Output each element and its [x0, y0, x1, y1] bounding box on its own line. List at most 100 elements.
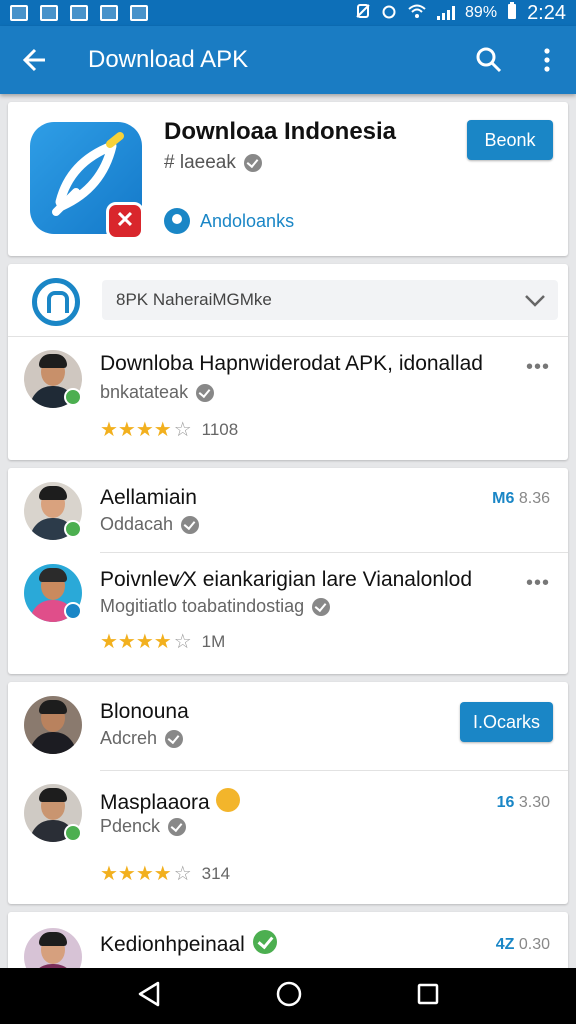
- system-nav-bar: [0, 968, 576, 1024]
- rating-stars: ★★★★: [100, 631, 172, 653]
- page-title: Download APK: [88, 46, 249, 73]
- item-meta-accent: M6: [492, 490, 515, 507]
- item-meta: 16 3.30: [497, 794, 550, 812]
- arrow-back-icon: [22, 48, 45, 72]
- verified-badge-icon: [252, 930, 277, 954]
- close-badge-icon: ✕: [106, 202, 144, 240]
- smiley-emoji-icon: [215, 788, 240, 812]
- item-subtitle-text: Pdenck: [100, 816, 161, 836]
- notification-icon: [130, 5, 148, 21]
- item-title-row[interactable]: Masplaaora: [100, 788, 240, 815]
- verified-icon: [181, 515, 200, 534]
- item-subtitle: Pdenck: [100, 816, 187, 837]
- item-subtitle-text: bnkatateak: [100, 382, 189, 402]
- brand-logo-icon: [32, 278, 80, 326]
- back-button[interactable]: [0, 47, 70, 73]
- battery-level: 89%: [465, 4, 498, 21]
- divider: [100, 770, 568, 771]
- more-options-button[interactable]: •••: [526, 356, 550, 379]
- results-card: Aellamiain Oddacah M6 8.36 Poivnlev⁄X ei…: [8, 468, 568, 674]
- item-meta-value: 8.36: [518, 490, 550, 507]
- item-title-row[interactable]: Kedionhpeinaal: [100, 930, 277, 957]
- online-status-icon: [64, 520, 82, 538]
- app-link-text: Andoloanks: [200, 210, 295, 231]
- results-card: 8PK NaheraiMGMke Downloba Hapnwiderodat …: [8, 264, 568, 460]
- overflow-menu-button[interactable]: [518, 48, 576, 72]
- rating: ★★★★ ☆ 314: [100, 864, 230, 884]
- more-vert-icon: [544, 48, 550, 72]
- verified-icon: [312, 597, 331, 616]
- location-pin-icon: [164, 208, 190, 234]
- verified-icon: [168, 817, 187, 836]
- online-status-icon: [64, 388, 82, 406]
- search-icon: [476, 47, 502, 73]
- app-title: Downloaa Indonesia: [164, 118, 397, 145]
- verified-icon: [196, 383, 215, 402]
- verified-icon: [243, 154, 262, 172]
- chevron-down-icon: [525, 295, 545, 307]
- item-title[interactable]: Blonouna: [100, 700, 189, 724]
- status-bar: 89% 2:24: [0, 0, 576, 26]
- item-title[interactable]: Downloba Hapnwiderodat APK, idonallad: [100, 352, 483, 376]
- item-title[interactable]: Poivnlev⁄X eiankarigian lare Vianalonlod: [100, 568, 472, 592]
- item-meta-value: 3.30: [518, 794, 550, 811]
- signal-icon: [437, 6, 456, 20]
- status-icon: [64, 602, 82, 620]
- divider: [100, 552, 568, 553]
- item-title: Kedionhpeinaal: [100, 933, 245, 956]
- filter-dropdown[interactable]: 8PK NaheraiMGMke: [102, 280, 558, 320]
- rating-count: 1M: [201, 632, 226, 651]
- online-status-icon: [64, 824, 82, 842]
- follow-button[interactable]: I.Ocarks: [460, 702, 553, 742]
- search-button[interactable]: [460, 46, 518, 74]
- nav-back-button[interactable]: [136, 980, 162, 1013]
- item-subtitle: bnkatateak: [100, 382, 215, 403]
- nav-recents-button[interactable]: [416, 982, 440, 1011]
- notification-icon: [70, 5, 88, 21]
- app-bar: Download APK: [0, 26, 576, 94]
- verified-icon: [165, 729, 184, 748]
- clock: 2:24: [527, 1, 566, 24]
- avatar[interactable]: [24, 696, 82, 754]
- item-meta-accent: 4Z: [495, 936, 515, 953]
- item-title[interactable]: Aellamiain: [100, 486, 197, 510]
- mute-icon: [355, 3, 371, 24]
- item-subtitle-text: Oddacah: [100, 514, 174, 534]
- app-subtitle-text: # laeeak: [164, 152, 236, 173]
- circle-home-icon: [276, 981, 302, 1006]
- triangle-back-icon: [139, 981, 160, 1006]
- item-subtitle: Mogitiatlo toabatindostiag: [100, 596, 331, 617]
- item-meta-value: 0.30: [518, 936, 550, 953]
- rating-stars: ★★★★: [100, 419, 172, 441]
- more-options-button[interactable]: •••: [526, 572, 550, 595]
- battery-icon: [507, 1, 517, 25]
- filter-value: 8PK NaheraiMGMke: [116, 290, 272, 309]
- app-link[interactable]: Andoloanks: [164, 208, 294, 234]
- item-subtitle-text: Adcreh: [100, 728, 158, 748]
- rating: ★★★★ ☆ 1108: [100, 420, 238, 440]
- rating-stars: ★★★★: [100, 863, 172, 885]
- item-meta: 4Z 0.30: [496, 936, 550, 954]
- half-star-icon: ☆: [173, 419, 192, 441]
- half-star-icon: ☆: [173, 631, 192, 653]
- item-title: Masplaaora: [100, 791, 210, 814]
- notification-icon: [10, 5, 28, 21]
- app-header-card: ✕ Downloaa Indonesia # laeeak Andoloanks…: [8, 102, 568, 256]
- notification-icon: [40, 5, 58, 21]
- app-subtitle: # laeeak: [164, 152, 262, 174]
- item-meta: M6 8.36: [492, 490, 550, 508]
- rating-count: 314: [201, 864, 231, 883]
- alarm-icon: [381, 3, 397, 24]
- half-star-icon: ☆: [173, 863, 192, 885]
- divider: [8, 336, 568, 337]
- item-subtitle-text: Mogitiatlo toabatindostiag: [100, 596, 305, 616]
- nav-home-button[interactable]: [275, 980, 303, 1013]
- notification-icon: [100, 5, 118, 21]
- square-recents-icon: [417, 983, 438, 1004]
- results-card: Blonouna Adcreh I.Ocarks Masplaaora Pden…: [8, 682, 568, 904]
- item-subtitle: Adcreh: [100, 728, 184, 749]
- rating: ★★★★ ☆ 1M: [100, 632, 225, 652]
- rating-count: 1108: [201, 420, 239, 439]
- item-subtitle: Oddacah: [100, 514, 200, 535]
- primary-action-button[interactable]: Beonk: [467, 120, 553, 160]
